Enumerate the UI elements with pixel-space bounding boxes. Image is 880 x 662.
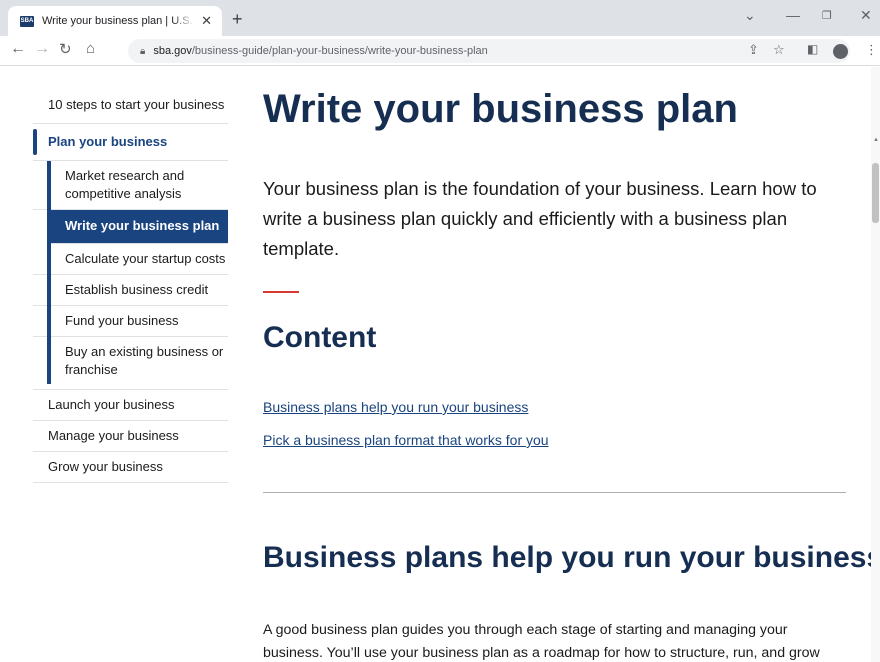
back-arrow-icon[interactable]: ← (10, 40, 26, 58)
tab-search-icon[interactable]: ⌄ (744, 7, 756, 24)
url-path: /business-guide/plan-your-business/write… (191, 45, 488, 57)
sidebar-item-launch[interactable]: Launch your business (33, 390, 228, 421)
side-panel-icon[interactable]: ◧ (807, 42, 818, 56)
close-tab-icon[interactable]: ✕ (201, 13, 212, 29)
sidebar-item-write-business-plan[interactable]: Write your business plan (47, 210, 228, 244)
bookmark-star-icon[interactable]: ☆ (773, 42, 785, 58)
scroll-up-icon[interactable]: ▲ (873, 137, 879, 143)
section-heading: Business plans help you run your busines… (263, 541, 880, 574)
sidebar-subnav: Market research and competitive analysis… (33, 161, 228, 390)
sidebar-item-fund-business[interactable]: Fund your business (33, 306, 228, 337)
section-body-text: A good business plan guides you through … (263, 622, 820, 661)
new-tab-icon[interactable]: + (232, 9, 243, 30)
sba-favicon-icon: SBA (20, 15, 34, 27)
address-bar[interactable]: 🔒︎ sba.gov/business-guide/plan-your-busi… (128, 39, 850, 63)
scroll-thumb[interactable] (872, 163, 879, 223)
sidebar-item-business-credit[interactable]: Establish business credit (33, 275, 228, 306)
toc-link-run-business[interactable]: Business plans help you run your busines… (263, 399, 528, 415)
sidebar-item-startup-costs[interactable]: Calculate your startup costs (33, 244, 228, 275)
sidebar-item-10-steps[interactable]: 10 steps to start your business (33, 90, 228, 124)
toc-link-plan-format[interactable]: Pick a business plan format that works f… (263, 432, 549, 448)
minimize-icon[interactable]: — (786, 7, 800, 23)
sidebar-item-grow[interactable]: Grow your business (33, 452, 228, 483)
menu-kebab-icon[interactable]: ⋮ (865, 42, 878, 58)
sidebar-nav: 10 steps to start your business Plan you… (33, 90, 228, 483)
url-text: sba.gov/business-guide/plan-your-busines… (153, 45, 487, 57)
window-close-icon[interactable]: ✕ (860, 7, 872, 24)
lead-paragraph: Your business plan is the foundation of … (263, 178, 817, 259)
page-title: Write your business plan (263, 87, 738, 131)
profile-avatar-icon[interactable] (833, 44, 848, 59)
content-heading: Content (263, 321, 377, 354)
sidebar-item-plan-your-business[interactable]: Plan your business (33, 124, 228, 161)
share-icon[interactable]: ⇪ (748, 42, 759, 58)
restore-icon[interactable]: ❐ (822, 9, 832, 22)
url-host: sba.gov (153, 45, 192, 57)
section-divider (263, 492, 846, 493)
accent-divider (263, 291, 299, 293)
page-content: 10 steps to start your business Plan you… (0, 67, 880, 662)
tab-strip: SBA Write your business plan | U.S. Sma … (0, 0, 880, 36)
lock-icon[interactable]: 🔒︎ (140, 46, 145, 57)
browser-toolbar: ← → ↻ ⌂ 🔒︎ sba.gov/business-guide/plan-y… (0, 36, 880, 66)
sidebar-item-market-research[interactable]: Market research and competitive analysis (33, 161, 228, 210)
browser-tab[interactable]: SBA Write your business plan | U.S. Sma … (8, 6, 222, 36)
page-scrollbar[interactable]: ▲ (871, 67, 880, 662)
sidebar-item-manage[interactable]: Manage your business (33, 421, 228, 452)
reload-icon[interactable]: ↻ (59, 40, 72, 58)
forward-arrow-icon[interactable]: → (34, 40, 50, 58)
sidebar-item-buy-existing-business[interactable]: Buy an existing business or franchise (33, 337, 228, 389)
home-icon[interactable]: ⌂ (86, 40, 95, 57)
tab-title: Write your business plan | U.S. Sma (42, 15, 195, 27)
